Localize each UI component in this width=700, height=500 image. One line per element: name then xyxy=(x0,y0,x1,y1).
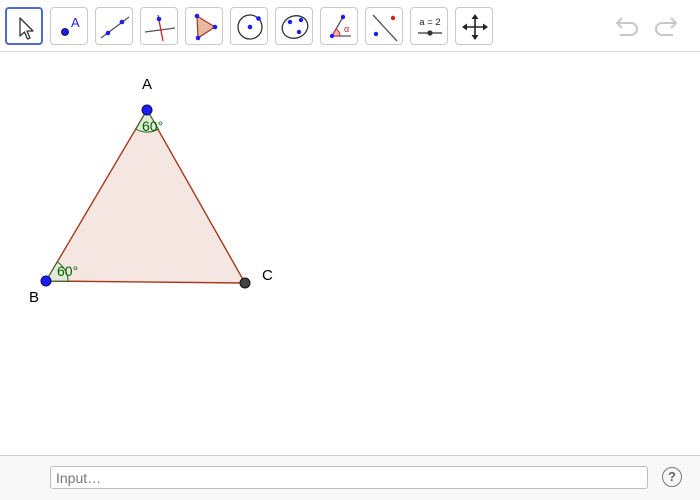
cursor-arrow-icon xyxy=(19,17,34,40)
input-help-button[interactable]: ? xyxy=(662,467,682,487)
angle-label-b: 60° xyxy=(57,263,78,279)
point-label-c: C xyxy=(262,267,273,284)
redo-button[interactable] xyxy=(650,12,680,40)
move-graphics-view-button[interactable] xyxy=(455,7,493,45)
polygon-tool-button[interactable] xyxy=(185,7,223,45)
point-c[interactable] xyxy=(239,277,251,289)
line-tool-button[interactable] xyxy=(95,7,133,45)
circle-tool-button[interactable] xyxy=(230,7,268,45)
undo-button[interactable] xyxy=(613,12,643,40)
angle-label-a: 60° xyxy=(142,118,163,134)
slider-tool-button[interactable]: a = 2 xyxy=(410,7,448,45)
point-tool-button[interactable]: A xyxy=(50,7,88,45)
angle-icon-label: α xyxy=(344,24,349,34)
slider-icon-label: a = 2 xyxy=(419,17,440,28)
conic-tool-button[interactable] xyxy=(275,7,313,45)
four-arrows-move-icon xyxy=(462,14,488,40)
perpendicular-line-tool-button[interactable] xyxy=(140,7,178,45)
undo-icon xyxy=(616,17,638,36)
graphics-view[interactable]: 60° 60° A B C xyxy=(0,52,700,455)
point-a[interactable] xyxy=(141,104,153,116)
point-b[interactable] xyxy=(40,275,52,287)
ellipse-five-points-icon xyxy=(281,15,309,39)
point-icon: A xyxy=(61,15,80,36)
angle-icon: α xyxy=(329,14,351,39)
move-tool-button[interactable] xyxy=(5,7,43,45)
point-label-a: A xyxy=(142,76,152,93)
point-label-b: B xyxy=(29,289,39,306)
input-bar: ? xyxy=(0,455,700,500)
reflect-about-line-icon xyxy=(372,14,398,42)
slider-icon: a = 2 xyxy=(418,17,442,36)
algebra-input-field[interactable] xyxy=(50,466,648,489)
line-through-points-icon xyxy=(100,16,130,39)
circle-center-icon xyxy=(237,14,263,40)
triangle-polygon[interactable] xyxy=(44,108,247,284)
toolbar: A α a = 2 xyxy=(0,0,700,52)
polygon-icon xyxy=(194,13,218,41)
angle-tool-button[interactable]: α xyxy=(320,7,358,45)
point-icon-label: A xyxy=(71,15,80,30)
perpendicular-line-icon xyxy=(144,14,176,42)
help-icon: ? xyxy=(668,469,676,484)
reflect-tool-button[interactable] xyxy=(365,7,403,45)
redo-icon xyxy=(655,17,677,36)
